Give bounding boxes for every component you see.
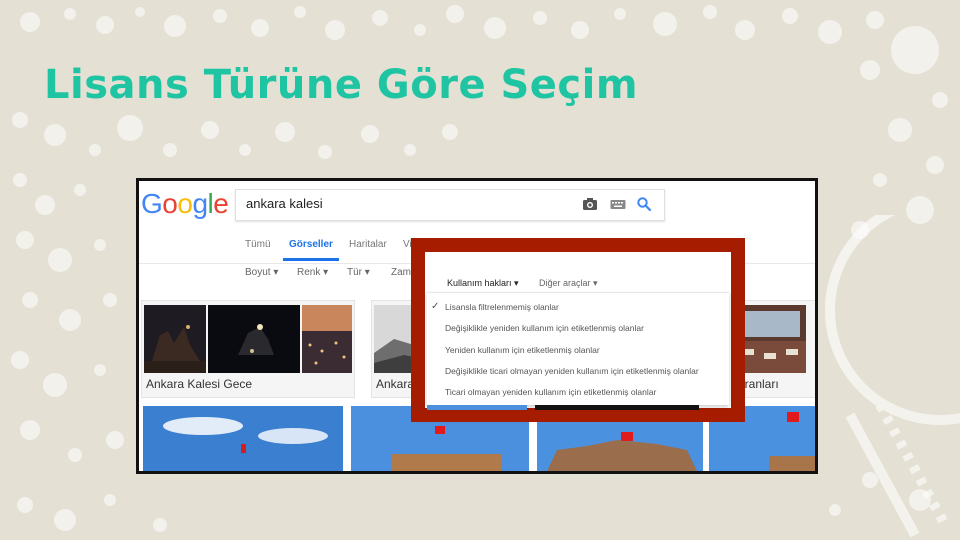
usage-rights-label: Kullanım hakları [447,278,512,288]
usage-option-reuse-modification[interactable]: Değişiklikle yeniden kullanım için etike… [445,323,644,333]
keyboard-icon[interactable] [610,198,626,216]
usage-rights-dropdown[interactable]: Kullanım hakları ▾ [447,278,519,289]
usage-option-not-filtered[interactable]: Lisansla filtrelenmemiş olanlar [445,302,559,312]
usage-rights-menu: ✓ Lisansla filtrelenmemiş olanlar Değişi… [427,292,729,405]
more-tools-dropdown[interactable]: Diğer araçlar ▾ [539,278,598,289]
chevron-down-icon: ▾ [273,267,279,278]
logo-letter-o1: o [162,188,178,219]
tab-images[interactable]: Görseller [283,239,339,261]
chevron-down-icon: ▾ [323,267,329,278]
google-logo[interactable]: Google [141,188,229,219]
thumbnail-image[interactable] [736,305,806,373]
tool-type[interactable]: Tür ▾ [347,267,370,278]
search-input[interactable] [246,196,546,211]
result-label: Ankara Kalesi Gece [146,377,253,391]
tool-type-label: Tür [347,267,362,278]
logo-letter-o2: o [177,188,193,219]
tool-color[interactable]: Renk ▾ [297,267,328,278]
slide-title: Lisans Türüne Göre Seçim [44,62,639,108]
tool-size-label: Boyut [245,267,271,278]
caret-down-icon: ▾ [514,278,519,288]
more-tools-label: Diğer araçlar [539,278,591,288]
tab-maps[interactable]: Haritalar [349,239,387,250]
image-result[interactable] [143,406,343,471]
chevron-down-icon: ▾ [593,278,598,288]
thumbnail-image [143,406,343,471]
thumbnail-image[interactable] [302,305,352,373]
search-icon[interactable] [636,196,652,217]
result-card[interactable]: Ankara Kalesi Gece [141,300,355,398]
usage-option-noncommercial-modification[interactable]: Değişiklikle ticari olmayan yeniden kull… [445,366,699,376]
thumbnail-image[interactable] [144,305,206,373]
tool-size[interactable]: Boyut ▾ [245,267,278,278]
logo-letter-e: e [213,188,229,219]
checkmark-icon: ✓ [431,301,440,312]
logo-letter-g: G [141,188,163,219]
thumbnail-image[interactable] [208,305,300,373]
usage-rights-highlight: Kullanım hakları ▾ Diğer araçlar ▾ ✓ Lis… [411,238,745,422]
tool-color-label: Renk [297,267,321,278]
tab-images-label: Görseller [289,239,333,250]
tab-all[interactable]: Tümü [245,239,271,250]
chevron-down-icon: ▾ [364,267,370,278]
search-box [235,189,665,221]
usage-option-reuse[interactable]: Yeniden kullanım için etiketlenmiş olanl… [445,345,600,355]
active-tab-underline [283,258,339,261]
logo-letter-g2: g [192,188,208,219]
camera-icon[interactable] [582,196,598,217]
image-strip [427,405,699,410]
result-label: Ankara [376,377,415,391]
usage-option-noncommercial[interactable]: Ticari olmayan yeniden kullanım için eti… [445,387,656,397]
